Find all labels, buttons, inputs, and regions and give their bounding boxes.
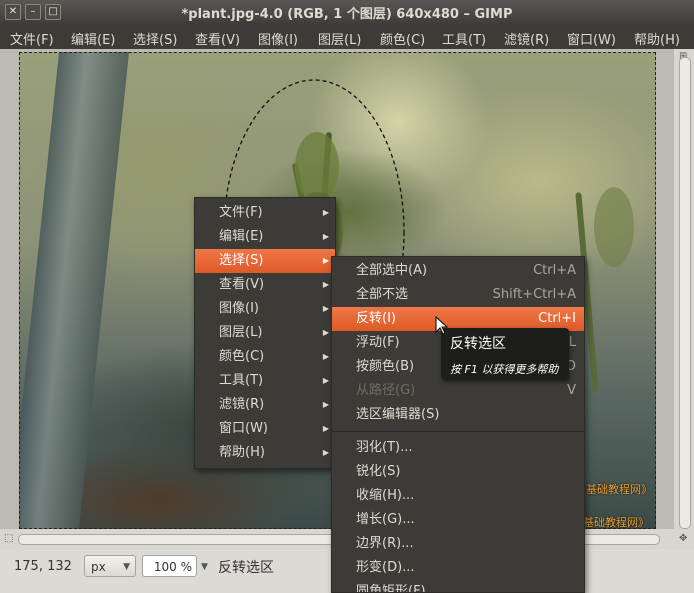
menu-edit[interactable]: 编辑(E)	[71, 29, 115, 48]
menu-view[interactable]: 查看(V)	[195, 29, 240, 48]
mouse-cursor-icon	[435, 316, 449, 335]
context-menu-item-windows[interactable]: 窗口(W) ▶	[195, 417, 335, 441]
context-menu-item-tools[interactable]: 工具(T) ▶	[195, 369, 335, 393]
chevron-right-icon: ▶	[322, 232, 329, 241]
context-menu-item-colors[interactable]: 颜色(C) ▶	[195, 345, 335, 369]
watermark-text: 《基础教程网》	[575, 483, 652, 496]
unit-value: px	[91, 560, 106, 574]
context-menu-item-file[interactable]: 文件(F) ▶	[195, 201, 335, 225]
chevron-right-icon: ▶	[322, 376, 329, 385]
chevron-right-icon: ▶	[322, 352, 329, 361]
submenu-item-feather[interactable]: 羽化(T)...	[332, 436, 584, 460]
chevron-down-icon: ▼	[123, 562, 130, 572]
submenu-item-sharpen[interactable]: 锐化(S)	[332, 460, 584, 484]
select-submenu: 全部选中(A) Ctrl+A 全部不选 Shift+Ctrl+A 反转(I) Ctrl…	[331, 256, 585, 593]
submenu-item-select-none[interactable]: 全部不选 Shift+Ctrl+A	[332, 283, 584, 307]
context-menu-item-filters[interactable]: 滤镜(R) ▶	[195, 393, 335, 417]
submenu-item-from-path: 从路径(G) V	[356, 383, 576, 398]
navigate-icon[interactable]: ✥	[679, 533, 687, 544]
menu-colors[interactable]: 颜色(C)	[380, 29, 425, 48]
chevron-right-icon: ▶	[322, 208, 329, 217]
menu-file[interactable]: 文件(F)	[10, 29, 54, 48]
chevron-right-icon: ▶	[322, 400, 329, 409]
context-menu-item-help[interactable]: 帮助(H) ▶	[195, 441, 335, 465]
chevron-right-icon: ▶	[322, 328, 329, 337]
submenu-item-select-all[interactable]: 全部选中(A) Ctrl+A	[332, 259, 584, 283]
menu-separator	[332, 431, 584, 432]
pointer-coordinates: 175, 132	[14, 559, 72, 574]
submenu-item-grow[interactable]: 增长(G)...	[332, 508, 584, 532]
chevron-right-icon: ▶	[322, 256, 329, 265]
quick-mask-icon[interactable]: ⬚	[4, 533, 13, 544]
window-title: *plant.jpg-4.0 (RGB, 1 个图层) 640x480 – GI…	[181, 7, 513, 22]
menu-filters[interactable]: 滤镜(R)	[504, 29, 549, 48]
watermark-text: 基础教程网》	[583, 516, 649, 529]
tooltip-title: 反转选区	[450, 336, 506, 352]
title-bar: ✕ – □ *plant.jpg-4.0 (RGB, 1 个图层) 640x48…	[0, 0, 694, 24]
context-menu-item-select[interactable]: 选择(S) ▶	[195, 249, 335, 273]
menu-bar: 文件(F) 编辑(E) 选择(S) 查看(V) 图像(I) 图层(L) 颜色(C…	[0, 24, 694, 49]
vertical-scroll-thumb[interactable]	[679, 57, 691, 529]
menu-tools[interactable]: 工具(T)	[442, 29, 486, 48]
tooltip-hint: 按 F1 以获得更多帮助	[450, 363, 559, 376]
menu-image[interactable]: 图像(I)	[258, 29, 298, 48]
zoom-input[interactable]: 100 %	[142, 555, 197, 577]
vertical-scrollbar[interactable]: ⊞	[674, 49, 694, 529]
tooltip: 反转选区 按 F1 以获得更多帮助	[441, 328, 569, 380]
menu-layer[interactable]: 图层(L)	[318, 29, 361, 48]
zoom-chevron-down-icon[interactable]: ▼	[201, 562, 208, 572]
context-menu-item-image[interactable]: 图像(I) ▶	[195, 297, 335, 321]
unit-selector[interactable]: px ▼	[84, 555, 136, 577]
submenu-item-shrink[interactable]: 收缩(H)...	[332, 484, 584, 508]
submenu-item-selection-editor[interactable]: 选区编辑器(S)	[332, 403, 584, 427]
context-menu-item-view[interactable]: 查看(V) ▶	[195, 273, 335, 297]
context-menu-item-layer[interactable]: 图层(L) ▶	[195, 321, 335, 345]
status-message: 反转选区	[218, 560, 274, 576]
menu-help[interactable]: 帮助(H)	[634, 29, 680, 48]
chevron-right-icon: ▶	[322, 424, 329, 433]
chevron-right-icon: ▶	[322, 304, 329, 313]
menu-windows[interactable]: 窗口(W)	[567, 29, 616, 48]
context-menu-item-edit[interactable]: 编辑(E) ▶	[195, 225, 335, 249]
submenu-item-border[interactable]: 边界(R)...	[332, 532, 584, 556]
context-menu: 文件(F) ▶ 编辑(E) ▶ 选择(S) ▶ 查看(V) ▶ 图像(I) ▶ 图层(L)…	[194, 197, 336, 469]
chevron-right-icon: ▶	[322, 280, 329, 289]
submenu-item-distort[interactable]: 形变(D)...	[332, 556, 584, 580]
menu-select[interactable]: 选择(S)	[133, 29, 177, 48]
chevron-right-icon: ▶	[322, 448, 329, 457]
